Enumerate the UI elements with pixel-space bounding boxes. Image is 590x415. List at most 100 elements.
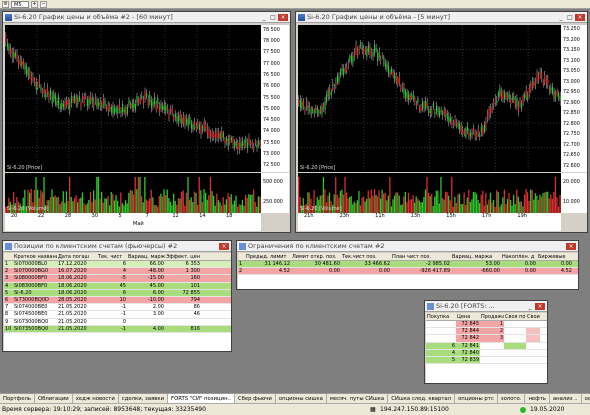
close-button[interactable]: × xyxy=(219,242,229,250)
minimize-button[interactable]: _ xyxy=(526,303,534,310)
column-header[interactable]: Цена xyxy=(456,314,480,320)
zoom-in-icon[interactable]: + xyxy=(31,0,38,8)
candle xyxy=(527,95,529,101)
table-row[interactable]: 2 4.52 0.00 0.00 -926 417.89 -660.00 0.00 4.52 xyxy=(238,268,578,276)
candle xyxy=(553,91,555,99)
volume-bar xyxy=(227,193,229,213)
workspace-tab[interactable]: Сбер фьючи xyxy=(235,394,276,403)
candle xyxy=(67,99,69,106)
minimize-button[interactable]: _ xyxy=(260,14,268,21)
workspace-tab[interactable]: сделки, заявки xyxy=(119,394,169,403)
column-header[interactable]: Вариац. маржа xyxy=(451,254,501,260)
column-header[interactable]: Тек.чист поз. xyxy=(341,254,391,260)
axis-tick-label: 73 000 xyxy=(263,152,280,158)
column-header[interactable]: Эффект. цен xyxy=(165,254,201,260)
price-pane[interactable]: Si-6.20 [Price] xyxy=(298,25,561,172)
window-titlebar[interactable]: Позиции по клиентским счетам (фьючерсы) … xyxy=(3,241,231,252)
candle xyxy=(493,102,495,106)
candle xyxy=(418,107,420,111)
column-header[interactable]: Покупка xyxy=(426,314,456,320)
volume-bar xyxy=(471,199,473,213)
volume-pane[interactable]: Si-6.20 [Volume] xyxy=(5,173,261,213)
order-book-row[interactable]: 72 842 3 xyxy=(426,335,547,343)
close-button[interactable]: × xyxy=(535,302,545,310)
order-book-cell xyxy=(504,356,526,364)
table-row[interactable]: 1 Si070000BL0 17.12.2020 6 66.00 6 353 xyxy=(4,261,231,269)
table-row[interactable]: 2 Si070000BG0 16.07.2020 4 -48.00 1 300 xyxy=(4,268,231,276)
volume-bar xyxy=(141,196,143,213)
column-header[interactable]: Предыд. лимит xyxy=(245,254,291,260)
volume-bar xyxy=(488,199,490,213)
close-button[interactable]: × xyxy=(566,242,576,250)
workspace-tab[interactable]: FORTS "СИ" позицин.. xyxy=(168,394,235,403)
column-header[interactable]: Краткое название xyxy=(13,254,57,260)
volume-bar xyxy=(147,200,149,213)
order-book-row[interactable]: 5 72 839 xyxy=(426,356,547,365)
positions-window[interactable]: Позиции по клиентским счетам (фьючерсы) … xyxy=(2,240,232,352)
workspace-tab[interactable]: нефть xyxy=(525,394,550,403)
column-header[interactable]: Тек. чист xyxy=(97,254,127,260)
table-row[interactable]: 9 Si073000BQ0 21.05.2020 0 xyxy=(4,318,231,326)
column-header[interactable]: Своя по xyxy=(504,314,526,320)
order-book-row[interactable]: 72 845 1 xyxy=(426,321,547,329)
maximize-button[interactable]: □ xyxy=(269,14,277,21)
volume-pane[interactable]: Si-6.20 [Volume] xyxy=(298,173,561,213)
table-row[interactable]: 5 Si-6.20 18.06.2020 6 6.00 72 855 xyxy=(4,289,231,297)
chart-window-5min[interactable]: Si-6.20 График цены и объёма - [5 минут]… xyxy=(295,11,588,233)
order-book-row[interactable]: 4 72 840 xyxy=(426,349,547,357)
order-book-cell xyxy=(526,342,540,349)
column-header[interactable]: Вариац. маржа xyxy=(127,254,165,260)
minimize-button[interactable]: _ xyxy=(557,14,565,21)
workspace-tab[interactable]: СИшка след. квартал xyxy=(388,394,456,403)
volume-bar xyxy=(189,199,191,213)
volume-bar xyxy=(221,205,223,213)
workspace-tab[interactable]: месяч. путы СИшка xyxy=(327,394,389,403)
volume-bar xyxy=(522,206,524,213)
menu-icon[interactable]: ≡ xyxy=(2,0,9,8)
table-row[interactable]: 8 Si074500BE0 21.05.2020 -1 3.00 46 xyxy=(4,311,231,319)
workspace-tab[interactable]: офз фьючи xyxy=(582,394,590,403)
maximize-button[interactable]: □ xyxy=(566,14,574,21)
table-row[interactable]: 7 Si074000BE0 21.05.2020 -1 2.00 86 xyxy=(4,304,231,312)
limits-window[interactable]: Ограничения по клиентским счетам #2 × Пр… xyxy=(236,240,579,290)
window-titlebar[interactable]: Si-6.20 График цены и объёма - [5 минут]… xyxy=(296,12,587,23)
workspace-tab[interactable]: опционы ртс xyxy=(455,394,498,403)
period-select[interactable]: M5 xyxy=(11,0,29,8)
window-titlebar[interactable]: Si-6.20 График цены и объёма #2 - [60 ми… xyxy=(3,12,290,23)
table-row[interactable]: 1 31 146.12 30 481.60 33 466.62 -2 985.02 53.… xyxy=(238,261,578,269)
column-header[interactable]: Дата погаш xyxy=(57,254,97,260)
volume-bar xyxy=(240,204,242,213)
table-row[interactable]: 4 Si083000BF0 18.06.2020 45 45.00 101 xyxy=(4,282,231,290)
workspace-tab[interactable]: Облигации xyxy=(35,394,73,403)
price-pane[interactable]: Si-6.20 [Price] xyxy=(5,25,261,172)
candle xyxy=(8,45,10,52)
window-title: Ограничения по клиентским счетам #2 xyxy=(248,242,385,250)
close-button[interactable]: × xyxy=(278,13,288,21)
workspace-tab[interactable]: золото. xyxy=(498,394,526,403)
window-titlebar[interactable]: Ограничения по клиентским счетам #2 × xyxy=(237,241,578,252)
table-row[interactable]: 10 Si073500BQ0 21.05.2020 -1 4.00 816 xyxy=(4,325,231,333)
chart-window-60min[interactable]: Si-6.20 График цены и объёма #2 - [60 ми… xyxy=(2,11,291,233)
order-book-window[interactable]: Si-6.20 [FORTS: ... _ × Покупка Цена Прод… xyxy=(424,300,548,384)
column-header[interactable]: План чист поз. xyxy=(391,254,451,260)
close-button[interactable]: × xyxy=(575,13,585,21)
table-row[interactable]: 6 Si73000BQ0D 28.05.2020 10 -10.00 794 xyxy=(4,296,231,305)
workspace-tab[interactable]: анализ .. xyxy=(550,394,582,403)
column-header[interactable]: Биржевые xyxy=(537,254,573,260)
workspace-tab[interactable]: Портфель xyxy=(0,394,35,403)
volume-bar xyxy=(246,198,248,213)
column-header[interactable]: Накоплен. д xyxy=(501,254,537,260)
window-titlebar[interactable]: Si-6.20 [FORTS: ... _ × xyxy=(425,301,547,312)
workspace-tab[interactable]: хедж новости xyxy=(73,394,119,403)
order-book-row[interactable]: 6 72 841 xyxy=(426,342,547,350)
table-row[interactable]: 3 Si080000BF0 18.06.2020 -5 -15.00 160 xyxy=(4,275,231,283)
column-header[interactable]: Лимит откр. поз. xyxy=(291,254,341,260)
table-cell: -1 xyxy=(121,325,126,332)
order-book-row[interactable]: 72 844 2 xyxy=(426,328,547,336)
workspace-tab[interactable]: опционы сишка xyxy=(276,394,327,403)
column-header[interactable]: Продажа xyxy=(480,314,504,320)
zoom-out-icon[interactable]: − xyxy=(40,0,47,8)
volume-bar xyxy=(129,189,132,213)
candle xyxy=(106,107,108,110)
column-header[interactable]: Свои xyxy=(526,314,540,320)
